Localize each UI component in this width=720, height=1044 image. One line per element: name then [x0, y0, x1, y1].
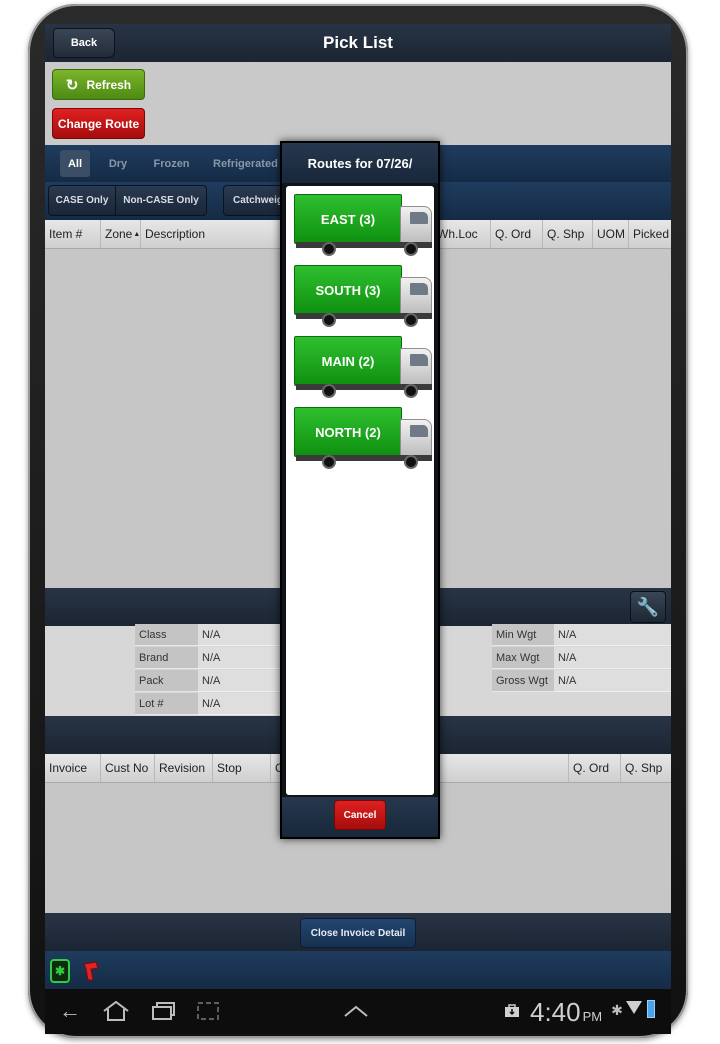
tab-all[interactable]: All [60, 150, 90, 177]
detail-value-max-wgt: N/A [554, 647, 671, 669]
notification-bag-icon [501, 996, 523, 1024]
back-button[interactable]: Back [53, 28, 115, 58]
truck-wheel [404, 455, 418, 469]
column-header-zone[interactable]: Zone ▲ [100, 220, 140, 248]
tab-dry[interactable]: Dry [103, 150, 133, 177]
catchweight-button[interactable]: Catchweig [223, 185, 285, 216]
battery-icon [647, 1000, 655, 1018]
detail-label-min-wgt: Min Wgt [492, 624, 554, 646]
detail-label-max-wgt: Max Wgt [492, 647, 554, 669]
detail-label-lot: Lot # [135, 693, 198, 715]
truck-wheel [322, 455, 336, 469]
system-back-icon[interactable]: ← [55, 994, 85, 1028]
tab-frozen[interactable]: Frozen [149, 150, 194, 177]
case-only-button[interactable]: CASE Only [48, 185, 116, 216]
truck-wheel [322, 242, 336, 256]
routes-list: EAST (3) SOUTH (3) MAIN (2) NORTH (2) [286, 186, 434, 795]
truck-wheel [404, 242, 418, 256]
route-south-label: SOUTH (3) [294, 265, 402, 315]
column-header-inv-qty-ordered[interactable]: Q. Ord [568, 754, 620, 782]
system-recent-apps-icon[interactable] [147, 994, 179, 1028]
truck-wheel [322, 384, 336, 398]
detail-value-gross-wgt: N/A [554, 670, 671, 692]
app-screen: Pick List Back ↻ Refresh Change Route Al… [45, 24, 671, 1034]
detail-value-lot: N/A [198, 693, 280, 715]
refresh-icon: ↻ [65, 76, 79, 94]
route-main[interactable]: MAIN (2) [294, 334, 436, 400]
app-status-bar [45, 951, 671, 989]
clock-time: 4:40 [530, 997, 581, 1027]
detail-value-brand: N/A [198, 647, 280, 669]
column-header-uom[interactable]: UOM [592, 220, 628, 248]
page-title: Pick List [323, 33, 393, 52]
settings-button[interactable]: 🔧 [630, 591, 666, 623]
routes-dialog: Routes for 07/26/ EAST (3) SOUTH (3) MAI… [280, 141, 440, 839]
non-case-only-button[interactable]: Non-CASE Only [115, 185, 207, 216]
system-clock: 4:40 PM [530, 992, 602, 1028]
detail-value-pack: N/A [198, 670, 280, 692]
route-east-label: EAST (3) [294, 194, 402, 244]
detail-label-brand: Brand [135, 647, 198, 669]
column-header-inv-qty-shipped[interactable]: Q. Shp [620, 754, 671, 782]
wrench-icon: 🔧 [636, 596, 660, 617]
column-header-item[interactable]: Item # [45, 220, 100, 248]
chevron-up-icon[interactable] [341, 994, 371, 1028]
column-header-invoice[interactable]: Invoice [45, 754, 100, 782]
column-header-description[interactable]: Description [140, 220, 280, 248]
system-home-icon[interactable] [99, 994, 133, 1028]
refresh-button[interactable]: ↻ Refresh [52, 69, 145, 100]
route-north-label: NORTH (2) [294, 407, 402, 457]
truck-window [410, 425, 428, 437]
detail-label-class: Class [135, 624, 198, 646]
system-screenshot-icon[interactable] [193, 994, 223, 1028]
route-north[interactable]: NORTH (2) [294, 405, 436, 471]
column-header-cust-no[interactable]: Cust No [100, 754, 154, 782]
truck-window [410, 354, 428, 366]
detail-value-min-wgt: N/A [554, 624, 671, 646]
detail-value-class: N/A [198, 624, 280, 646]
truck-window [410, 212, 428, 224]
routes-dialog-title: Routes for 07/26/ [282, 143, 438, 183]
cancel-button[interactable]: Cancel [334, 800, 386, 830]
column-header-stop[interactable]: Stop [212, 754, 270, 782]
route-main-label: MAIN (2) [294, 336, 402, 386]
detail-label-gross-wgt: Gross Wgt [492, 670, 554, 692]
truck-wheel [404, 384, 418, 398]
route-south[interactable]: SOUTH (3) [294, 263, 436, 329]
column-header-zone-label: Zone [105, 227, 133, 241]
wifi-signal-icon [625, 998, 643, 1022]
route-east[interactable]: EAST (3) [294, 192, 436, 258]
detail-label-pack: Pack [135, 670, 198, 692]
clock-ampm: PM [582, 1009, 603, 1024]
bluetooth-icon: ✱ [611, 1001, 623, 1018]
bluetooth-status-icon[interactable]: ✱ [50, 959, 70, 983]
column-header-qty-ordered[interactable]: Q. Ord [490, 220, 542, 248]
tab-refrigerated[interactable]: Refrigerated [213, 150, 283, 177]
close-invoice-detail-button[interactable]: Close Invoice Detail [300, 918, 416, 948]
truck-wheel [322, 313, 336, 327]
change-route-button[interactable]: Change Route [52, 108, 145, 139]
column-header-revision[interactable]: Revision [154, 754, 212, 782]
refresh-label: Refresh [86, 77, 132, 92]
column-header-qty-shipped[interactable]: Q. Shp [542, 220, 592, 248]
truck-wheel [404, 313, 418, 327]
column-header-picked[interactable]: Picked [628, 220, 671, 248]
scanner-icon[interactable] [80, 959, 102, 983]
column-header-whloc[interactable]: Wh.Loc [432, 220, 490, 248]
truck-window [410, 283, 428, 295]
